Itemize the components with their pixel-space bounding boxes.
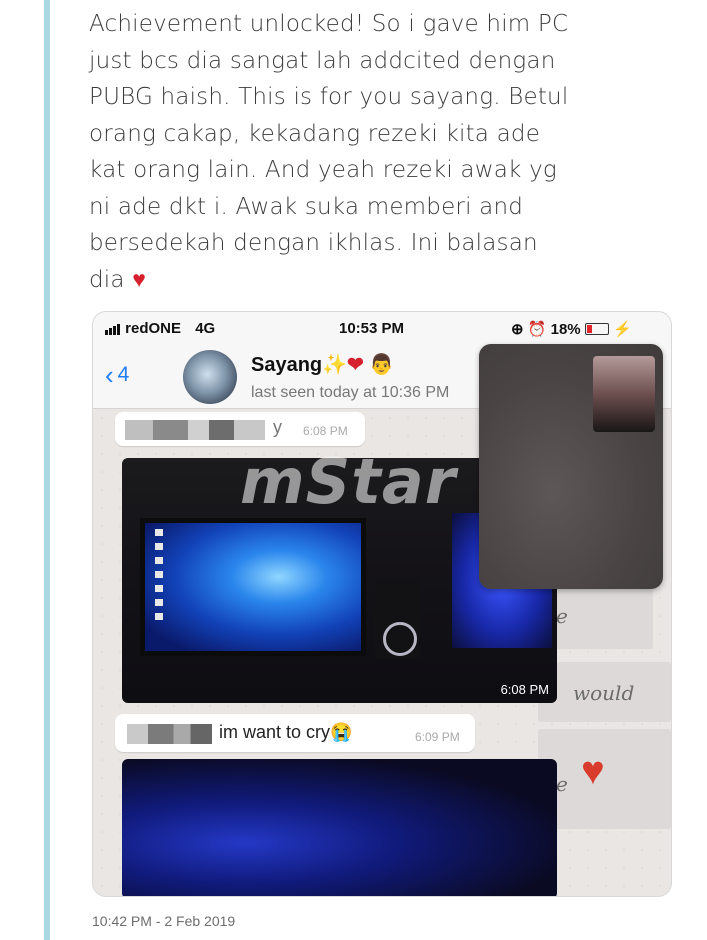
tweet-line: just bcs dia sangat lah addcited dengan (89, 47, 556, 74)
heart-icon: ♥ (132, 266, 147, 293)
message-bubble[interactable]: im want to cry😭 6:09 PM (115, 714, 475, 752)
alarm-icon: ⏰ (527, 321, 547, 338)
tweet-line: bersedekah dengan ikhlas. Ini balasan (89, 230, 538, 256)
charging-icon: ⚡ (612, 321, 632, 338)
desktop-icon (155, 599, 163, 606)
avatar[interactable] (183, 350, 237, 404)
desktop-icon (155, 585, 163, 592)
tweet-text: Achievement unlocked! So i gave him PC j… (89, 6, 689, 298)
battery-icon (584, 323, 609, 335)
tweet-timestamp[interactable]: 10:42 PM - 2 Feb 2019 (92, 913, 235, 929)
carrier-label: redONE (125, 320, 182, 337)
lock-rotation-icon: ⊕ (511, 321, 524, 338)
message-time: 6:08 PM (303, 424, 348, 438)
doodle-text: e (556, 772, 568, 796)
desktop-icon (155, 571, 163, 578)
battery-percent: 18% (550, 321, 581, 338)
unread-count: 4 (117, 363, 130, 386)
status-time: 10:53 PM (339, 320, 405, 337)
message-text: im want to cry😭 (219, 722, 353, 742)
chevron-left-icon: ‹ (105, 360, 114, 390)
status-bar: redONE 4G 10:53 PM ⊕ ⏰ 18% ⚡ (93, 312, 671, 344)
tweet-line: Achievement unlocked! So i gave him PC (89, 11, 569, 37)
watermark: mStar (240, 445, 457, 518)
back-button[interactable]: ‹ 4 (105, 360, 129, 391)
desktop-icon (155, 543, 163, 550)
contact-emoji: ✨❤ (322, 354, 364, 376)
photo-message[interactable] (122, 759, 557, 896)
doodle-text: would (573, 681, 635, 705)
heart-icon: ♥ (581, 749, 605, 793)
network-label: 4G (195, 320, 216, 337)
desktop-icon (155, 529, 163, 536)
censor-block (125, 420, 265, 440)
signal-group: redONE 4G (105, 320, 215, 339)
video-call-overlay[interactable] (479, 344, 663, 589)
desktop-icon (155, 557, 163, 564)
battery-group: ⊕ ⏰ 18% ⚡ (511, 320, 632, 338)
tweet-line: ni ade dkt i. Awak suka memberi and (89, 193, 524, 220)
desktop-icon (155, 613, 163, 620)
message-text: y (273, 417, 282, 437)
self-view-thumbnail[interactable] (593, 356, 655, 432)
last-seen: last seen today at 10:36 PM (251, 384, 450, 401)
contact-name-text: Sayang (251, 354, 323, 376)
tweet-line-last: dia ♥ (89, 262, 689, 299)
quote-rule (44, 0, 50, 940)
monitor-image (140, 518, 366, 656)
tweet-line: orang cakap, kekadang rezeki kita ade (89, 120, 541, 147)
censor-block (127, 724, 212, 744)
person-emoji-icon: 👨 (369, 354, 395, 376)
photo-time: 6:08 PM (500, 682, 549, 697)
tweet-line: dia (89, 266, 125, 293)
speaker-image (374, 578, 420, 658)
tweet-line: PUBG haish. This is for you sayang. Betu… (89, 84, 569, 110)
message-bubble[interactable]: y 6:08 PM (115, 412, 365, 446)
signal-icon (105, 322, 121, 339)
message-time: 6:09 PM (415, 730, 460, 744)
contact-name[interactable]: Sayang✨❤ 👨 (251, 352, 394, 377)
tweet-line: kat orang lain. And yeah rezeki awak yg (89, 157, 557, 183)
doodle-text: e (556, 604, 568, 628)
